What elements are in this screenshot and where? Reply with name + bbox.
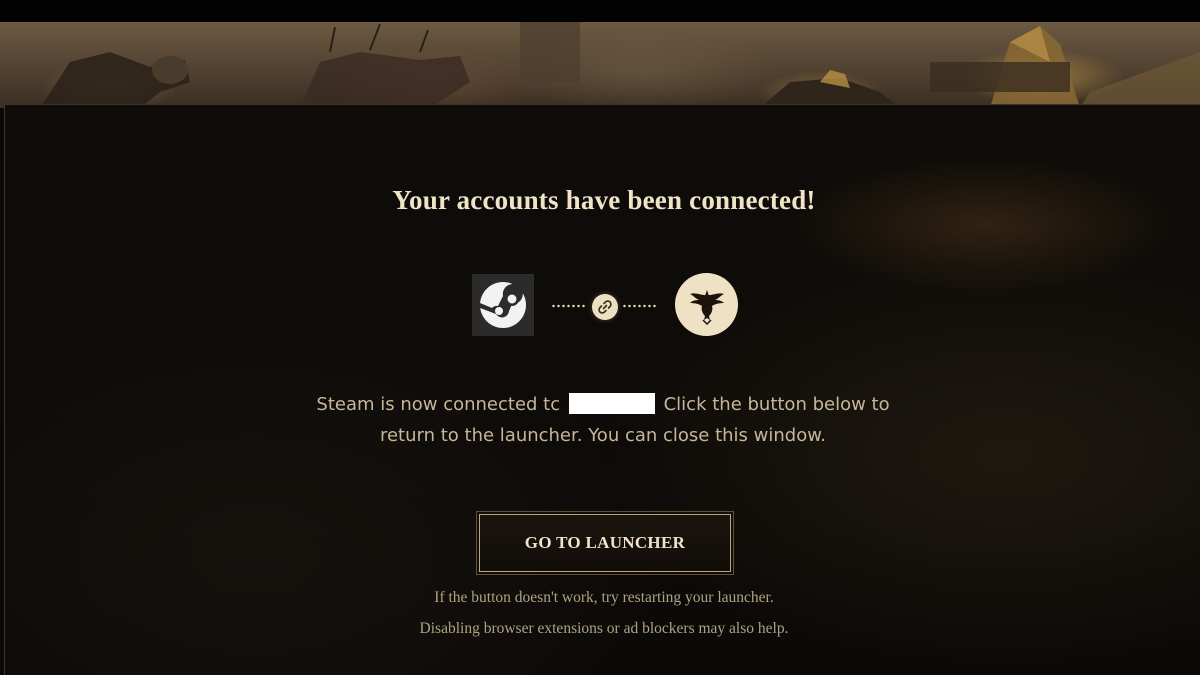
go-to-launcher-button[interactable]: GO TO LAUNCHER	[476, 511, 734, 575]
help-text-extensions: Disabling browser extensions or ad block…	[419, 620, 789, 637]
connector-dots-right	[622, 304, 657, 308]
connector-dots-left	[551, 304, 585, 308]
browser-top-strip	[0, 0, 1200, 22]
message-text-start: Steam is now connected tc	[316, 394, 561, 415]
eagle-crest-icon	[675, 273, 738, 336]
message-text-end: Click the button below to	[663, 394, 890, 415]
connection-diagram	[471, 273, 739, 337]
banner-scenery-image	[40, 22, 1200, 108]
steam-icon	[472, 274, 534, 336]
message-line-2: return to the launcher. You can close th…	[379, 425, 827, 446]
help-text-restart: If the button doesn't work, try restarti…	[434, 589, 774, 606]
chain-link-icon	[592, 294, 618, 320]
page-title: Your accounts have been connected!	[392, 185, 816, 215]
page: Your accounts have been connected! Steam…	[0, 0, 1200, 675]
redacted-account-name	[568, 393, 655, 414]
connection-message: Steam is now connected tc Click the butt…	[0, 389, 1200, 451]
message-line-1: Steam is now connected tc Click the butt…	[0, 389, 1200, 420]
header-banner-art	[0, 22, 1200, 108]
